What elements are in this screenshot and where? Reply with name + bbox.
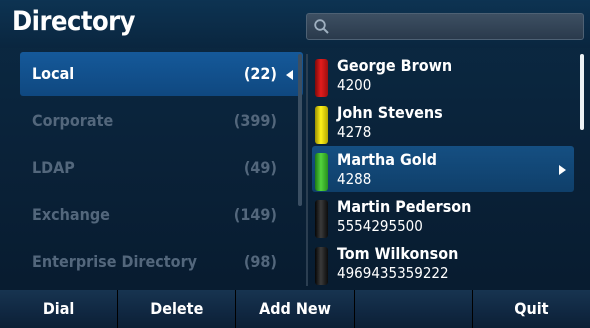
- softkey-bar: Dial Delete Add New Quit: [0, 290, 590, 328]
- directory-item-count: (49): [243, 158, 277, 177]
- presence-offline-icon: [315, 200, 328, 238]
- header-bar: Directory: [0, 0, 590, 48]
- empty-softkey[interactable]: [354, 290, 473, 328]
- contact-list: George Brown 4200 John Stevens 4278 Mart…: [312, 50, 578, 288]
- directory-item-label: Enterprise Directory: [32, 252, 198, 271]
- directory-item-ldap[interactable]: LDAP (49): [20, 146, 303, 190]
- search-icon: [313, 18, 330, 35]
- pane-divider: [306, 54, 308, 286]
- directory-item-count: (399): [233, 111, 277, 130]
- contact-number: 4200: [337, 76, 372, 94]
- directory-list: Local (22) Corporate (399) LDAP (49) Exc…: [12, 50, 304, 288]
- contact-number: 4288: [337, 170, 372, 188]
- page-title: Directory: [12, 6, 135, 37]
- directory-item-count: (98): [243, 252, 277, 271]
- presence-busy-icon: [315, 59, 328, 97]
- contact-name: Tom Wilkonson: [337, 244, 459, 263]
- presence-away-icon: [315, 106, 328, 144]
- contact-scrollbar[interactable]: [580, 54, 584, 130]
- contact-number: 4969435359222: [337, 264, 449, 282]
- quit-button[interactable]: Quit: [472, 290, 590, 328]
- contact-name: Martin Pederson: [337, 197, 472, 216]
- directory-item-corporate[interactable]: Corporate (399): [20, 99, 303, 143]
- directory-item-label: Corporate: [32, 111, 114, 130]
- contact-item[interactable]: John Stevens 4278: [312, 99, 574, 145]
- directory-item-local[interactable]: Local (22): [20, 52, 303, 96]
- presence-available-icon: [315, 153, 328, 191]
- caret-right-icon: [559, 165, 566, 175]
- dial-button[interactable]: Dial: [0, 290, 119, 328]
- contact-name: Martha Gold: [337, 150, 437, 169]
- directory-screen: Directory Local (22) Corporate (399) LDA…: [0, 0, 590, 328]
- contact-name: George Brown: [337, 56, 453, 75]
- directory-scrollbar[interactable]: [298, 54, 302, 206]
- directory-item-count: (149): [233, 205, 277, 224]
- search-input[interactable]: [306, 13, 584, 40]
- directory-item-label: Local: [32, 64, 75, 83]
- directory-item-enterprise[interactable]: Enterprise Directory (98): [20, 240, 303, 284]
- contact-number: 5554295500: [337, 217, 423, 235]
- delete-button[interactable]: Delete: [118, 290, 237, 328]
- contact-item-selected[interactable]: Martha Gold 4288: [312, 146, 574, 192]
- contact-item[interactable]: George Brown 4200: [312, 52, 574, 98]
- contact-number: 4278: [337, 123, 372, 141]
- directory-item-label: Exchange: [32, 205, 110, 224]
- contact-item[interactable]: Tom Wilkonson 4969435359222: [312, 240, 574, 286]
- contact-name: John Stevens: [337, 103, 443, 122]
- contact-item[interactable]: Martin Pederson 5554295500: [312, 193, 574, 239]
- directory-item-count: (22): [243, 64, 277, 83]
- caret-left-icon: [286, 70, 293, 80]
- presence-offline-icon: [315, 247, 328, 285]
- add-new-button[interactable]: Add New: [236, 290, 355, 328]
- directory-item-label: LDAP: [32, 158, 75, 177]
- directory-item-exchange[interactable]: Exchange (149): [20, 193, 303, 237]
